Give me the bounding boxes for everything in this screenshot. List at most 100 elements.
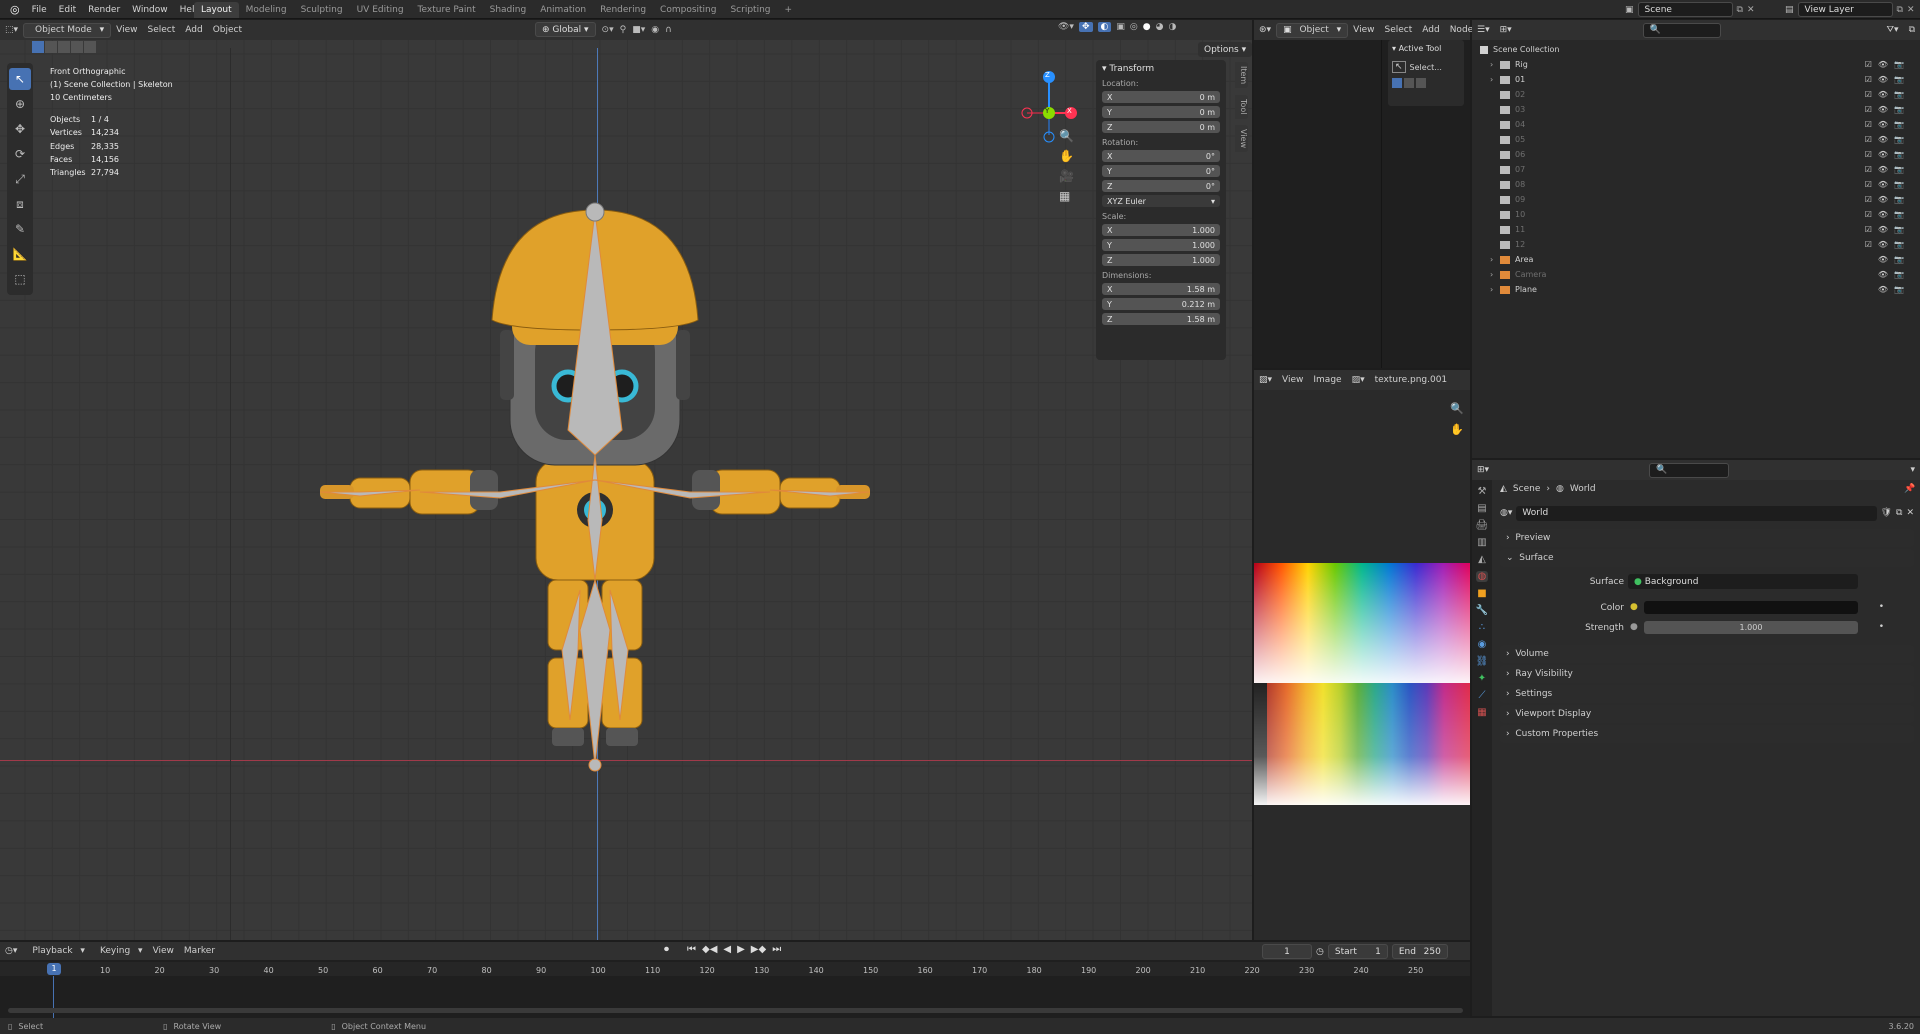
location-z-field[interactable]: Z0 m (1102, 121, 1220, 133)
camera-render-icon[interactable]: 📷 (1894, 270, 1904, 279)
outliner-row[interactable]: 08 ☑ 👁 📷 (1480, 177, 1912, 192)
location-x-field[interactable]: X0 m (1102, 91, 1220, 103)
location-y-field[interactable]: Y0 m (1102, 106, 1220, 118)
tab-rendering[interactable]: Rendering (593, 2, 653, 18)
tab-sculpting[interactable]: Sculpting (294, 2, 350, 18)
color-socket-icon[interactable]: ● (1630, 602, 1638, 612)
camera-render-icon[interactable]: 📷 (1894, 195, 1904, 204)
pin-icon[interactable]: 📌 (1904, 484, 1915, 494)
blender-logo-icon[interactable]: ◎ (4, 3, 26, 16)
mode-dropdown[interactable]: Object Mode ▾ (23, 22, 112, 38)
exclude-checkbox[interactable]: ☑ (1865, 120, 1872, 129)
menu-edit[interactable]: Edit (53, 5, 82, 15)
measure-tool-icon[interactable]: 📐 (9, 243, 31, 265)
next-keyframe-icon[interactable]: ▶◆ (751, 944, 766, 955)
modifier-tab-icon[interactable]: 🔧 (1476, 605, 1488, 616)
properties-type-icon[interactable]: ⊞▾ (1472, 465, 1494, 475)
tab-shading[interactable]: Shading (483, 2, 534, 18)
camera-render-icon[interactable]: 📷 (1894, 75, 1904, 84)
color-swatch[interactable] (1644, 601, 1858, 614)
particles-tab-icon[interactable]: ∴ (1479, 622, 1485, 633)
world-name-field[interactable]: World (1516, 505, 1877, 521)
cursor-tool-icon[interactable]: ⊕ (9, 93, 31, 115)
strength-socket-icon[interactable]: ● (1630, 622, 1638, 632)
image-browse-icon[interactable]: ▨▾ (1347, 375, 1370, 385)
breadcrumb-scene[interactable]: Scene (1513, 484, 1540, 494)
menu-file[interactable]: File (26, 5, 53, 15)
exclude-checkbox[interactable]: ☑ (1865, 135, 1872, 144)
shading-wireframe-icon[interactable]: ◎ (1130, 22, 1138, 32)
expand-icon[interactable]: › (1490, 75, 1500, 84)
expand-icon[interactable]: › (1490, 255, 1500, 264)
breadcrumb-world[interactable]: World (1570, 484, 1596, 494)
new-scene-icon[interactable]: ⧉ (1737, 5, 1743, 15)
eye-icon[interactable]: 👁 (1878, 270, 1888, 279)
display-mode-icon[interactable]: ⊞▾ (1495, 25, 1517, 35)
outliner-row[interactable]: › Area 👁 📷 (1480, 252, 1912, 267)
tab-compositing[interactable]: Compositing (653, 2, 723, 18)
node-menu-select[interactable]: Select (1380, 25, 1418, 35)
mode-subtract-icon[interactable] (1416, 78, 1426, 88)
outliner-row[interactable]: 02 ☑ 👁 📷 (1480, 87, 1912, 102)
exclude-checkbox[interactable]: ☑ (1865, 90, 1872, 99)
timeline-type-icon[interactable]: ◷▾ (0, 946, 22, 956)
panel-surface[interactable]: ⌄ Surface (1500, 549, 1914, 567)
outliner-row[interactable]: › Plane 👁 📷 (1480, 282, 1912, 297)
outliner-row[interactable]: 12 ☑ 👁 📷 (1480, 237, 1912, 252)
vp-menu-add[interactable]: Add (180, 25, 207, 35)
tab-animation[interactable]: Animation (533, 2, 593, 18)
strength-keyframe-icon[interactable]: • (1879, 622, 1884, 632)
visibility-icon[interactable]: 👁▾ (1058, 22, 1074, 32)
marker-menu[interactable]: Marker (179, 946, 220, 956)
zoom-icon[interactable]: 🔍 (1059, 129, 1074, 143)
start-frame-field[interactable]: Start 1 (1327, 944, 1388, 959)
image-menu-view[interactable]: View (1277, 375, 1308, 385)
image-name[interactable]: texture.png.001 (1370, 375, 1453, 385)
tab-view[interactable]: View (1235, 125, 1248, 152)
node-menu-add[interactable]: Add (1417, 25, 1444, 35)
select-invert-icon[interactable] (71, 41, 83, 53)
shading-solid-icon[interactable]: ● (1143, 22, 1151, 32)
playhead[interactable]: 1 (47, 963, 61, 975)
vp-menu-select[interactable]: Select (142, 25, 180, 35)
color-keyframe-icon[interactable]: • (1879, 602, 1884, 612)
view-layer-selector[interactable]: View Layer (1797, 2, 1893, 17)
duplicate-world-icon[interactable]: ⧉ (1896, 508, 1902, 518)
rotation-mode-dropdown[interactable]: XYZ Euler ▾ (1102, 195, 1220, 207)
node-menu-view[interactable]: View (1348, 25, 1379, 35)
panel-custom-properties[interactable]: › Custom Properties (1500, 725, 1914, 743)
physics-tab-icon[interactable]: ◉ (1478, 639, 1487, 650)
outliner-type-icon[interactable]: ☰▾ (1472, 25, 1495, 35)
outliner-search[interactable]: 🔍 (1642, 22, 1721, 38)
outliner-row[interactable]: 07 ☑ 👁 📷 (1480, 162, 1912, 177)
expand-icon[interactable]: › (1490, 60, 1500, 69)
eye-icon[interactable]: 👁 (1878, 165, 1888, 174)
scene-selector[interactable]: Scene (1637, 2, 1733, 17)
outliner-row[interactable]: 09 ☑ 👁 📷 (1480, 192, 1912, 207)
vp-menu-object[interactable]: Object (208, 25, 247, 35)
jump-start-icon[interactable]: ⏮ (687, 944, 696, 955)
eye-icon[interactable]: 👁 (1878, 75, 1888, 84)
unlink-world-icon[interactable]: ✕ (1906, 508, 1914, 518)
eye-icon[interactable]: 👁 (1878, 135, 1888, 144)
outliner-row[interactable]: 11 ☑ 👁 📷 (1480, 222, 1912, 237)
image-editor-type-icon[interactable]: ▨▾ (1254, 375, 1277, 385)
exclude-checkbox[interactable]: ☑ (1865, 225, 1872, 234)
move-tool-icon[interactable]: ✥ (9, 118, 31, 140)
rotation-x-field[interactable]: X 0° (1102, 150, 1220, 162)
scale-tool-icon[interactable]: ⤢ (9, 168, 31, 190)
tool-tab-icon[interactable]: ⚒ (1478, 486, 1487, 497)
pivot-icon[interactable]: ⊙▾ (602, 25, 614, 35)
panel-preview[interactable]: › Preview (1500, 529, 1914, 547)
menu-render[interactable]: Render (82, 5, 126, 15)
editor-type-icon[interactable]: ⬚▾ (0, 25, 23, 35)
transform-orientation-dropdown[interactable]: ⊕ Global ▾ (535, 22, 596, 37)
tab-modeling[interactable]: Modeling (239, 2, 294, 18)
camera-render-icon[interactable]: 📷 (1894, 120, 1904, 129)
add-workspace-icon[interactable]: + (778, 2, 800, 18)
outliner-root[interactable]: Scene Collection (1480, 42, 1912, 57)
rotate-tool-icon[interactable]: ⟳ (9, 143, 31, 165)
dimension-y-field[interactable]: Y 0.212 m (1102, 298, 1220, 310)
new-collection-icon[interactable]: ⧉ (1904, 25, 1920, 35)
new-view-layer-icon[interactable]: ⧉ (1897, 5, 1903, 15)
